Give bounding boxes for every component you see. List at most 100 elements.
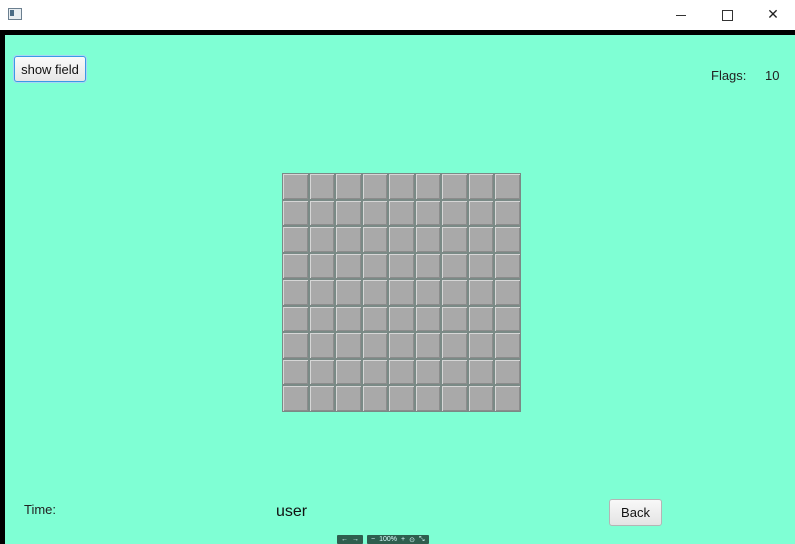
minefield-cell[interactable] bbox=[282, 199, 309, 226]
minefield-cell[interactable] bbox=[414, 305, 441, 332]
back-arrow-icon[interactable]: ← bbox=[341, 536, 348, 543]
minefield-cell[interactable] bbox=[308, 199, 335, 226]
minefield-cell[interactable] bbox=[361, 173, 388, 200]
minefield-cell[interactable] bbox=[388, 199, 415, 226]
minefield-cell[interactable] bbox=[467, 199, 494, 226]
minefield-cell[interactable] bbox=[335, 358, 362, 385]
minefield-cell[interactable] bbox=[335, 199, 362, 226]
minefield-cell[interactable] bbox=[441, 358, 468, 385]
minefield-cell[interactable] bbox=[494, 252, 521, 279]
minefield-cell[interactable] bbox=[282, 226, 309, 253]
minefield-cell[interactable] bbox=[414, 385, 441, 412]
minefield-cell[interactable] bbox=[467, 252, 494, 279]
minefield-cell[interactable] bbox=[388, 385, 415, 412]
minefield-cell[interactable] bbox=[308, 226, 335, 253]
minefield-cell[interactable] bbox=[335, 279, 362, 306]
minefield-cell[interactable] bbox=[308, 385, 335, 412]
minefield-cell[interactable] bbox=[494, 199, 521, 226]
minimize-button[interactable] bbox=[658, 0, 704, 30]
minefield-cell[interactable] bbox=[388, 332, 415, 359]
minefield-cell[interactable] bbox=[441, 305, 468, 332]
minefield-cell[interactable] bbox=[335, 385, 362, 412]
close-icon: ✕ bbox=[767, 7, 779, 23]
minefield-cell[interactable] bbox=[414, 199, 441, 226]
minefield-cell[interactable] bbox=[282, 358, 309, 385]
minefield-cell[interactable] bbox=[467, 226, 494, 253]
back-button[interactable]: Back bbox=[609, 499, 662, 526]
minefield-cell[interactable] bbox=[361, 385, 388, 412]
minefield-cell[interactable] bbox=[335, 173, 362, 200]
flags-count: 10 bbox=[765, 68, 780, 83]
minefield-cell[interactable] bbox=[308, 279, 335, 306]
minefield-cell[interactable] bbox=[414, 252, 441, 279]
minefield-cell[interactable] bbox=[467, 385, 494, 412]
minefield-cell[interactable] bbox=[441, 173, 468, 200]
minefield-cell[interactable] bbox=[494, 173, 521, 200]
minefield-cell[interactable] bbox=[361, 279, 388, 306]
minefield-cell[interactable] bbox=[388, 279, 415, 306]
minefield-cell[interactable] bbox=[282, 173, 309, 200]
minefield-cell[interactable] bbox=[441, 332, 468, 359]
title-bar: ✕ bbox=[0, 0, 795, 30]
minefield-cell[interactable] bbox=[282, 332, 309, 359]
minefield-cell[interactable] bbox=[335, 332, 362, 359]
minefield-cell[interactable] bbox=[414, 226, 441, 253]
minefield-cell[interactable] bbox=[494, 279, 521, 306]
minefield-cell[interactable] bbox=[361, 332, 388, 359]
fit-screen-icon[interactable]: ⤡ bbox=[419, 536, 425, 544]
game-area: show field Flags: 10 Time: user Back ← →… bbox=[5, 35, 795, 544]
minefield-cell[interactable] bbox=[388, 252, 415, 279]
minefield-cell[interactable] bbox=[467, 305, 494, 332]
minefield-cell[interactable] bbox=[388, 173, 415, 200]
minefield-cell[interactable] bbox=[308, 305, 335, 332]
minefield-cell[interactable] bbox=[388, 358, 415, 385]
minefield-cell[interactable] bbox=[467, 332, 494, 359]
minefield-cell[interactable] bbox=[441, 199, 468, 226]
zoom-in-icon[interactable]: + bbox=[401, 536, 405, 543]
minefield-cell[interactable] bbox=[308, 332, 335, 359]
minefield-cell[interactable] bbox=[308, 173, 335, 200]
minefield-cell[interactable] bbox=[361, 305, 388, 332]
time-label: Time: bbox=[24, 502, 57, 517]
minefield-cell[interactable] bbox=[361, 226, 388, 253]
minefield-cell[interactable] bbox=[441, 385, 468, 412]
minefield-cell[interactable] bbox=[414, 173, 441, 200]
minefield-cell[interactable] bbox=[361, 199, 388, 226]
maximize-button[interactable] bbox=[704, 0, 750, 30]
minefield-cell[interactable] bbox=[335, 226, 362, 253]
minefield-cell[interactable] bbox=[361, 252, 388, 279]
minefield-cell[interactable] bbox=[467, 173, 494, 200]
minefield-cell[interactable] bbox=[414, 358, 441, 385]
minefield-cell[interactable] bbox=[335, 305, 362, 332]
zoom-level: 100% bbox=[379, 536, 397, 543]
minefield-cell[interactable] bbox=[441, 226, 468, 253]
minefield-cell[interactable] bbox=[282, 279, 309, 306]
minefield-cell[interactable] bbox=[335, 252, 362, 279]
minefield-cell[interactable] bbox=[494, 358, 521, 385]
minefield-cell[interactable] bbox=[282, 305, 309, 332]
minefield-cell[interactable] bbox=[414, 332, 441, 359]
minefield-cell[interactable] bbox=[467, 358, 494, 385]
minefield-cell[interactable] bbox=[388, 226, 415, 253]
minefield-cell[interactable] bbox=[414, 279, 441, 306]
minefield-cell[interactable] bbox=[467, 279, 494, 306]
zoom-out-icon[interactable]: − bbox=[371, 536, 375, 543]
minefield-cell[interactable] bbox=[494, 332, 521, 359]
minefield-cell[interactable] bbox=[282, 385, 309, 412]
zoom-reset-icon[interactable]: ⊙ bbox=[409, 536, 415, 544]
minefield-cell[interactable] bbox=[308, 252, 335, 279]
minefield-cell[interactable] bbox=[441, 279, 468, 306]
minefield-cell[interactable] bbox=[494, 305, 521, 332]
minefield-cell[interactable] bbox=[388, 305, 415, 332]
show-field-button[interactable]: show field bbox=[14, 56, 86, 82]
close-button[interactable]: ✕ bbox=[750, 0, 795, 30]
minefield-cell[interactable] bbox=[361, 358, 388, 385]
zoom-toolbar: ← → − 100% + ⊙ ⤡ bbox=[337, 535, 429, 544]
minefield-cell[interactable] bbox=[494, 385, 521, 412]
minefield-cell[interactable] bbox=[308, 358, 335, 385]
user-label: user bbox=[276, 503, 308, 520]
minefield-cell[interactable] bbox=[441, 252, 468, 279]
forward-arrow-icon[interactable]: → bbox=[352, 536, 359, 543]
minefield-cell[interactable] bbox=[282, 252, 309, 279]
minefield-cell[interactable] bbox=[494, 226, 521, 253]
